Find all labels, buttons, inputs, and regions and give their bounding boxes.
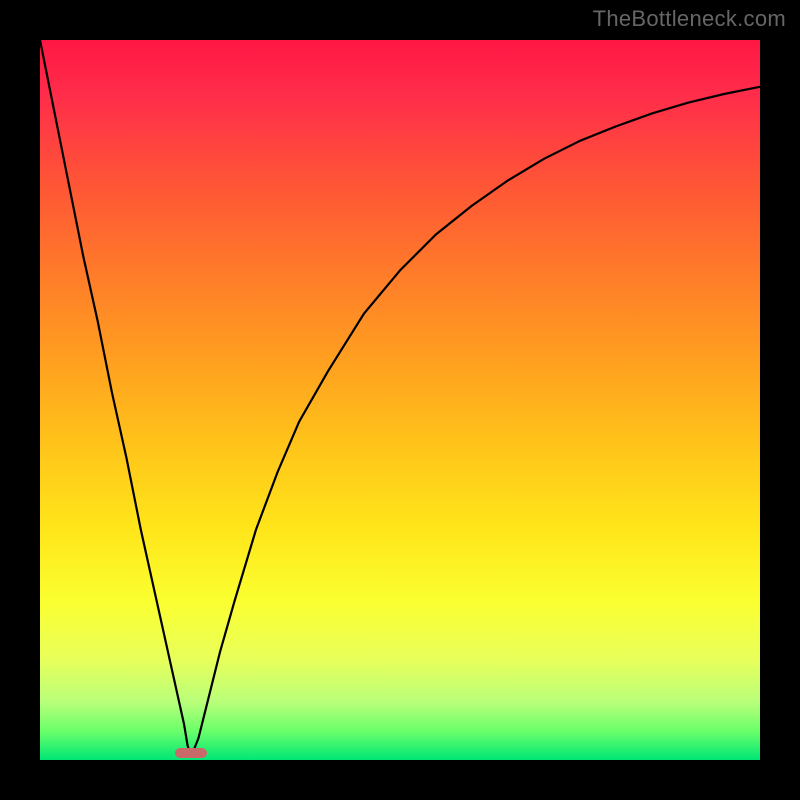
plot-area (40, 40, 760, 760)
min-marker (175, 748, 207, 758)
watermark-text: TheBottleneck.com (593, 6, 786, 32)
bottleneck-curve (40, 40, 760, 756)
chart-frame: TheBottleneck.com (0, 0, 800, 800)
curve-layer (40, 40, 760, 760)
